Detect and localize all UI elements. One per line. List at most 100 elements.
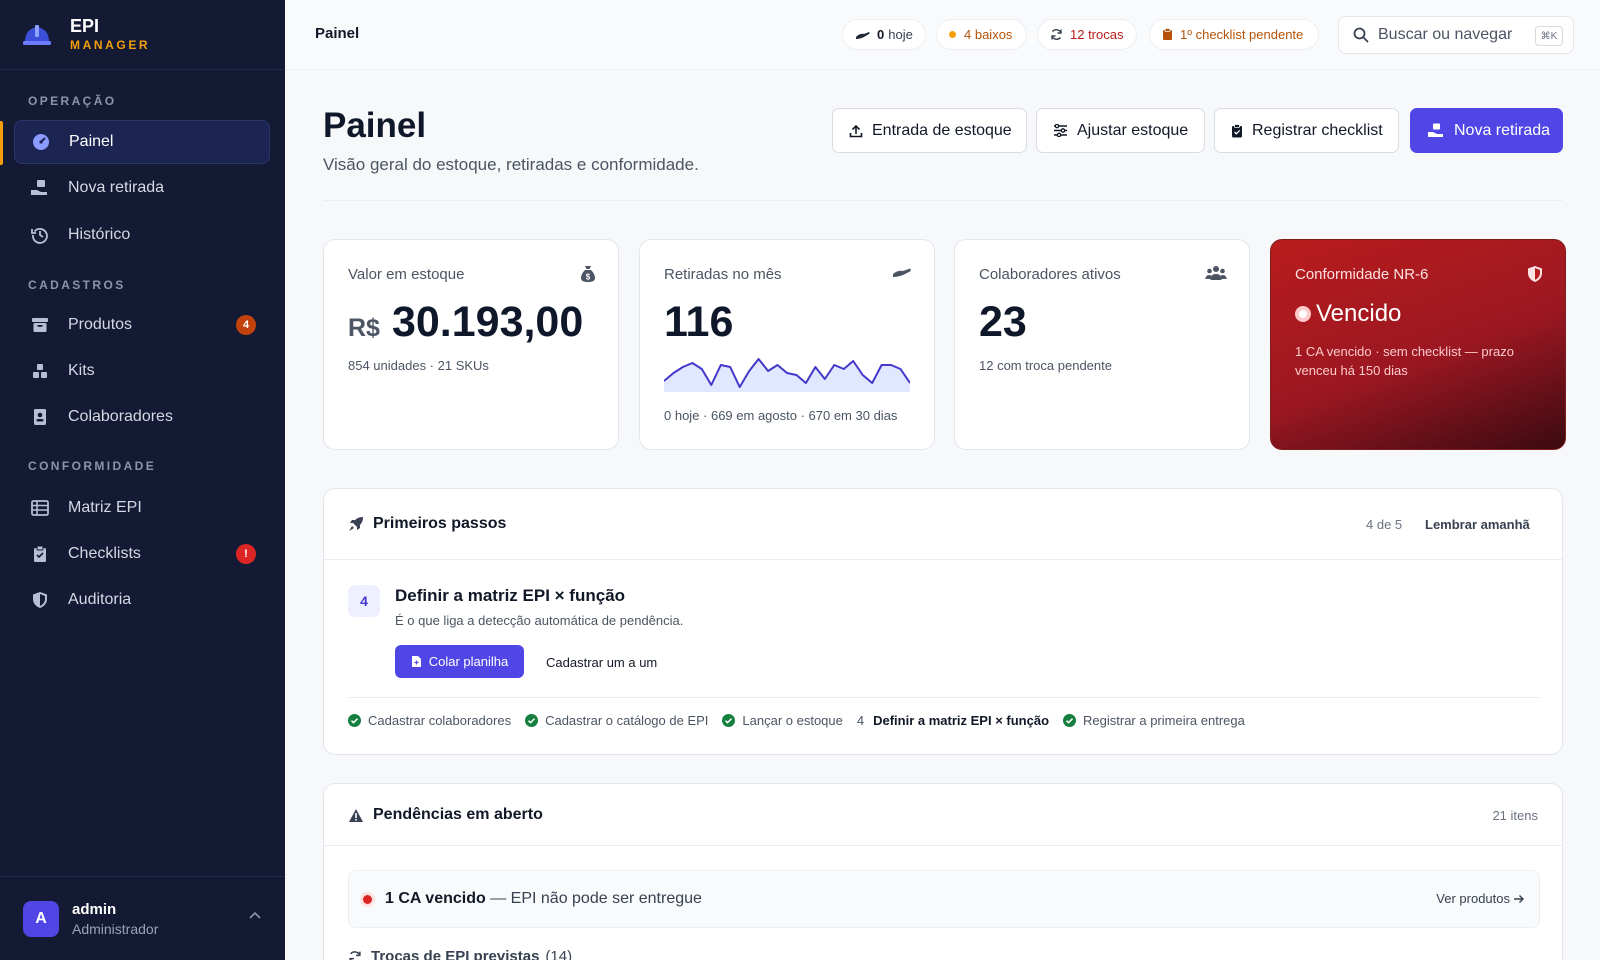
produtos-badge: 4	[236, 315, 256, 335]
sidebar-item-label: Histórico	[68, 226, 131, 243]
sidebar-item-painel[interactable]: Painel	[14, 120, 270, 164]
pendencias-header: Pendências em aberto 21 itens	[324, 784, 1562, 846]
conformidade-status: Vencido	[1295, 300, 1401, 328]
nav-section-conformidade: CONFORMIDADE	[28, 459, 157, 473]
dashboard-icon	[31, 132, 51, 152]
card-sub: 12 com troca pendente	[979, 358, 1112, 373]
pendencia-title: 1 CA vencido	[385, 890, 486, 907]
pill-checklist-label: 1º checklist pendente	[1180, 27, 1304, 42]
sidebar-item-kits[interactable]: Kits	[14, 349, 270, 393]
search-placeholder: Buscar ou navegar	[1378, 26, 1513, 43]
search-icon	[1353, 27, 1369, 43]
sidebar-item-produtos[interactable]: Produtos 4	[14, 303, 270, 347]
history-icon	[30, 225, 50, 245]
ver-produtos-link[interactable]: Ver produtos	[1436, 891, 1525, 906]
breadcrumb: Painel	[315, 25, 360, 42]
pill-hoje-count: 0	[877, 27, 885, 42]
nav-section-cadastros: CADASTROS	[28, 278, 126, 292]
card-value: R$ 30.193,00	[348, 298, 583, 347]
card-conformidade[interactable]: Conformidade NR-6 Vencido 1 CA vencido ·…	[1270, 239, 1566, 450]
user-role: Administrador	[72, 920, 159, 937]
pill-hoje-label: hoje	[888, 27, 913, 42]
check-circle-icon	[722, 714, 736, 727]
card-sub-2: venceu há 150 dias	[1295, 363, 1408, 378]
registrar-checklist-button[interactable]: Registrar checklist	[1214, 108, 1399, 153]
step-item-done[interactable]: Cadastrar o catálogo de EPI	[525, 713, 708, 728]
warning-dot-icon	[949, 31, 956, 38]
pill-baixos-label: 4 baixos	[964, 27, 1013, 42]
check-circle-icon	[1063, 714, 1077, 727]
checklists-badge: !	[236, 544, 256, 564]
refresh-icon	[349, 950, 361, 960]
page-subtitle: Visão geral do estoque, retiradas e conf…	[323, 155, 699, 174]
user-menu[interactable]: A admin Administrador	[0, 876, 285, 960]
pendencia-detail: — EPI não pode ser entregue	[485, 890, 702, 907]
sidebar-item-matriz[interactable]: Matriz EPI	[14, 486, 270, 530]
pill-checklist[interactable]: 1º checklist pendente	[1149, 19, 1319, 50]
trocas-previstas-row[interactable]: Trocas de EPI previstas (14)	[348, 948, 572, 960]
pill-hoje[interactable]: 0 hoje	[842, 19, 926, 50]
card-valor-estoque[interactable]: Valor em estoque $ R$ 30.193,00 854 unid…	[323, 239, 619, 450]
nav-section-operacao: OPERAÇÃO	[28, 94, 117, 108]
sidebar-item-checklists[interactable]: Checklists !	[14, 532, 270, 576]
card-retiradas[interactable]: Retiradas no mês 116 0 hoje · 669 em ago…	[639, 239, 935, 450]
onboarding-header: Primeiros passos 4 de 5 Lembrar amanhã	[324, 489, 1562, 560]
clipboard-icon	[1163, 28, 1172, 40]
colar-planilha-button[interactable]: Colar planilha	[395, 645, 524, 678]
sidebar-item-auditoria[interactable]: Auditoria	[14, 578, 270, 622]
lembrar-amanha-button[interactable]: Lembrar amanhã	[1425, 517, 1530, 532]
chevron-up-icon[interactable]	[249, 911, 261, 919]
step-description: É o que liga a detecção automática de pe…	[395, 613, 684, 628]
topbar: Painel 0 hoje 4 baixos 12 trocas 1º chec…	[285, 0, 1600, 70]
step-item-done[interactable]: Registrar a primeira entrega	[1063, 713, 1245, 728]
sidebar-item-historico[interactable]: Histórico	[14, 213, 270, 257]
pendencia-item[interactable]: 1 CA vencido — EPI não pode ser entregue…	[348, 870, 1540, 928]
pendencias-panel: Pendências em aberto 21 itens 1 CA venci…	[323, 783, 1563, 960]
trocas-previstas-count: (14)	[545, 948, 573, 960]
pill-trocas[interactable]: 12 trocas	[1037, 19, 1137, 50]
entrada-estoque-button[interactable]: Entrada de estoque	[832, 108, 1027, 153]
card-colaboradores[interactable]: Colaboradores ativos 23 12 com troca pen…	[954, 239, 1250, 450]
step-item-done[interactable]: Cadastrar colaboradores	[348, 713, 511, 728]
status-dot-icon	[1295, 306, 1311, 322]
sidebar-item-label: Checklists	[68, 545, 141, 562]
colaboradores-value: 23	[979, 298, 1027, 346]
table-icon	[30, 498, 50, 518]
sliders-icon	[1053, 124, 1068, 137]
sidebar-item-nova-retirada[interactable]: Nova retirada	[14, 166, 270, 210]
boxes-icon	[30, 361, 50, 381]
pendencias-count: 21 itens	[1492, 808, 1538, 823]
pill-baixos[interactable]: 4 baixos	[936, 19, 1027, 50]
onboarding-panel: Primeiros passos 4 de 5 Lembrar amanhã 4…	[323, 488, 1563, 755]
brand[interactable]: EPI MANAGER	[0, 0, 285, 70]
nova-retirada-button[interactable]: Nova retirada	[1410, 108, 1563, 153]
sidebar-item-label: Kits	[68, 362, 95, 379]
retiradas-sparkline	[664, 358, 910, 392]
pendencias-title: Pendências em aberto	[373, 806, 543, 823]
cadastrar-um-a-um-button[interactable]: Cadastrar um a um	[546, 655, 657, 670]
file-icon	[411, 656, 421, 667]
page-title: Painel	[323, 106, 427, 145]
step-label: Cadastrar o catálogo de EPI	[545, 713, 709, 728]
sidebar-item-colaboradores[interactable]: Colaboradores	[14, 395, 270, 439]
hand-icon	[893, 268, 911, 277]
clipboard-check-icon	[1231, 123, 1243, 138]
search-shortcut: ⌘K	[1535, 26, 1563, 46]
money-bag-icon: $	[581, 266, 595, 282]
sidebar: EPI MANAGER OPERAÇÃO Painel Nova retirad…	[0, 0, 285, 960]
users-icon	[1205, 266, 1227, 280]
card-sub: 0 hoje · 669 em agosto · 670 em 30 dias	[664, 408, 898, 423]
card-sub: 854 unidades · 21 SKUs	[348, 358, 489, 373]
ajustar-estoque-button[interactable]: Ajustar estoque	[1036, 108, 1205, 153]
sidebar-item-label: Auditoria	[68, 591, 132, 608]
pendencias-title-row: Pendências em aberto	[348, 806, 543, 824]
avatar: A	[23, 900, 59, 937]
brand-subtitle: MANAGER	[70, 38, 151, 52]
step-item-done[interactable]: Lançar o estoque	[722, 713, 843, 728]
search-input[interactable]: Buscar ou navegar ⌘K	[1338, 16, 1574, 54]
header-divider	[323, 200, 1563, 201]
sidebar-item-label: Colaboradores	[68, 408, 173, 425]
step-number: 4	[348, 585, 380, 617]
step-item-current[interactable]: 4 Definir a matriz EPI × função	[857, 713, 1049, 728]
svg-text:$: $	[586, 273, 591, 282]
